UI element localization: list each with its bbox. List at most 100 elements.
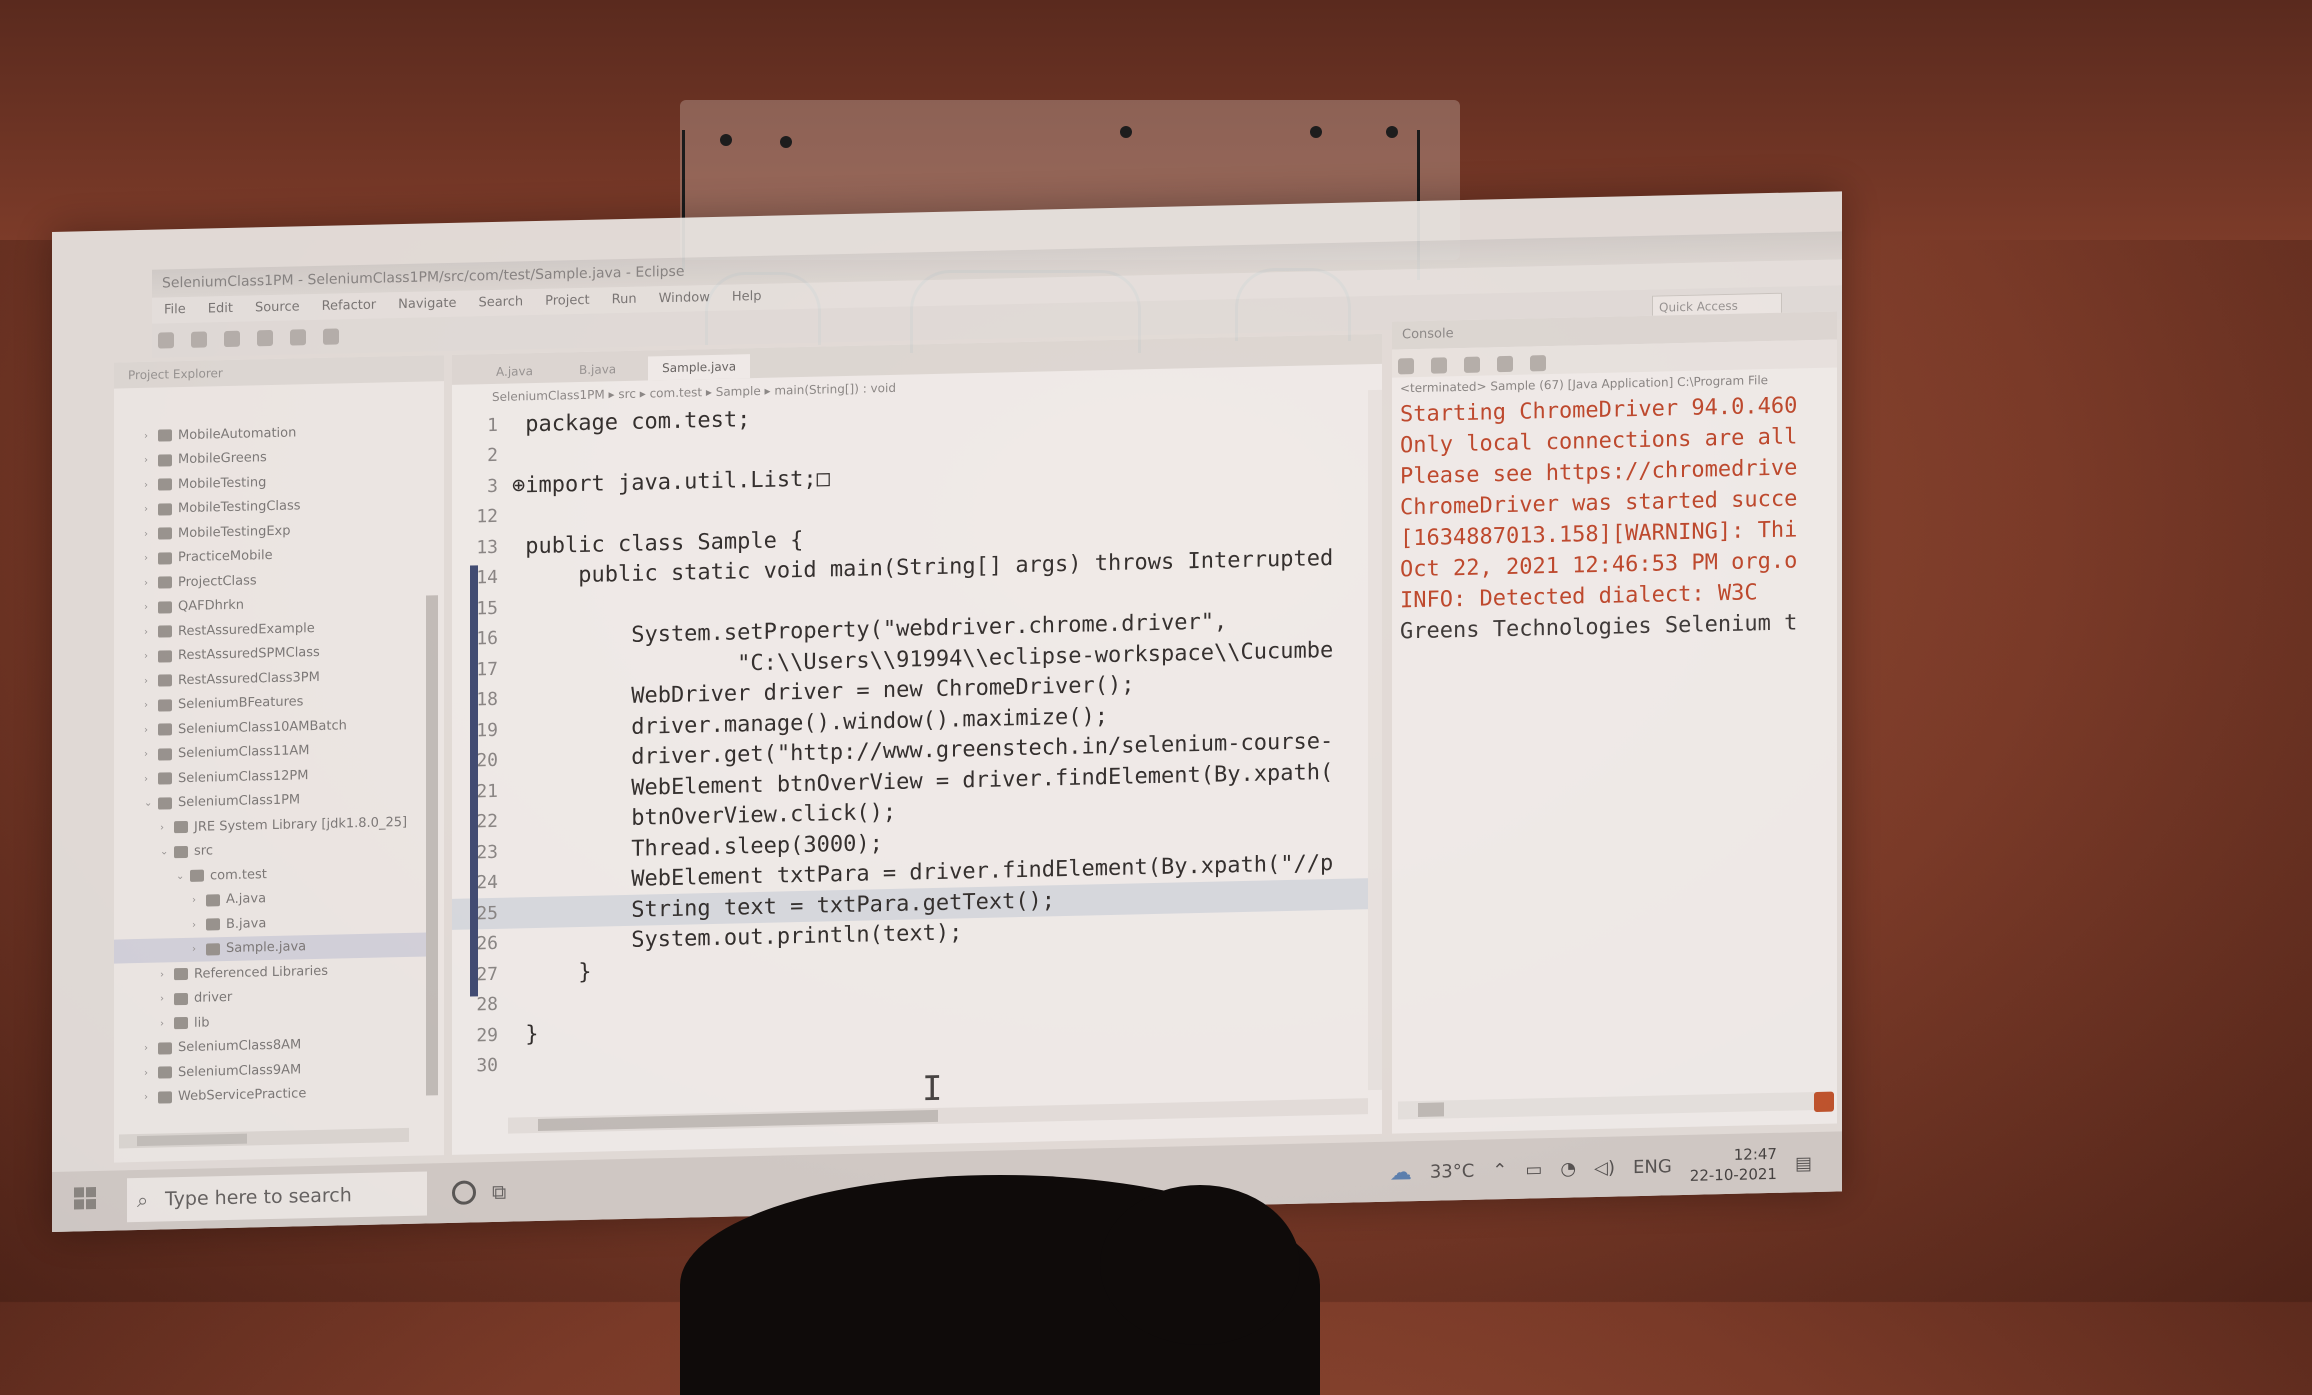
editor-tab[interactable]: A.java [482, 359, 547, 384]
line-number: 12 [476, 506, 498, 528]
chevron-down-icon[interactable]: ⌄ [144, 798, 158, 809]
chevron-down-icon[interactable]: ⌄ [176, 871, 190, 882]
menu-item-help[interactable]: Help [732, 284, 762, 311]
editor-tab[interactable]: Sample.java [648, 354, 751, 381]
menu-item-file[interactable]: File [164, 297, 186, 323]
menu-item-source[interactable]: Source [255, 294, 300, 321]
tree-item-label: Sample.java [226, 939, 307, 957]
line-number: 26 [452, 933, 512, 955]
project-folder-icon [158, 576, 172, 589]
tree-item-label: MobileTestingClass [178, 498, 301, 517]
chevron-right-icon[interactable]: › [160, 993, 174, 1005]
project-folder-icon [158, 527, 172, 540]
chevron-right-icon[interactable]: › [144, 430, 158, 442]
language-indicator[interactable]: ENG [1633, 1156, 1672, 1178]
print-icon[interactable] [224, 330, 241, 348]
console-output[interactable]: Starting ChromeDriver 94.0.460 Only local… [1392, 389, 1837, 647]
notification-icon[interactable]: ▤ [1795, 1153, 1812, 1174]
weather-cloud-icon[interactable]: ☁ [1390, 1160, 1412, 1185]
scrollbar-thumb[interactable] [538, 1109, 938, 1131]
line-number: 23 [452, 841, 512, 863]
tree-item-label: SeleniumClass11AM [178, 743, 310, 762]
chevron-right-icon[interactable]: › [192, 895, 206, 906]
code-text: public class Sample { [512, 527, 804, 560]
chevron-right-icon[interactable]: › [144, 553, 158, 564]
chevron-right-icon[interactable]: › [144, 1092, 158, 1103]
menu-item-refactor[interactable]: Refactor [322, 293, 377, 320]
battery-icon[interactable]: ▭ [1525, 1159, 1542, 1180]
run-icon[interactable] [290, 329, 307, 346]
chevron-right-icon[interactable]: › [144, 1067, 158, 1079]
chevron-down-icon[interactable]: ⌄ [160, 846, 174, 858]
chevron-right-icon[interactable]: › [144, 455, 158, 466]
menu-item-project[interactable]: Project [545, 288, 589, 315]
new-icon[interactable] [158, 332, 174, 349]
network-icon[interactable]: ◔ [1560, 1158, 1576, 1179]
clear-console-icon[interactable] [1464, 356, 1481, 373]
pin-console-icon[interactable] [1530, 355, 1547, 372]
windows-start-icon[interactable] [74, 1187, 98, 1212]
mount-bolt [1120, 126, 1132, 138]
chevron-right-icon[interactable]: › [192, 944, 206, 955]
project-folder-icon [158, 478, 172, 491]
menu-item-search[interactable]: Search [478, 289, 523, 316]
remove-launch-icon[interactable] [1431, 357, 1448, 374]
project-explorer-tab[interactable]: Project Explorer [114, 355, 444, 389]
cortana-icon[interactable] [452, 1180, 476, 1205]
project-tree: › MobileAutomation › MobileGreens › MobileTes… [114, 417, 434, 1110]
line-number: 18 [452, 689, 512, 711]
chevron-right-icon[interactable]: › [144, 577, 158, 589]
tree-item-label: RestAssuredClass3PM [178, 669, 320, 688]
search-icon[interactable] [323, 328, 340, 345]
scroll-lock-icon[interactable] [1497, 355, 1514, 373]
chevron-right-icon[interactable]: › [144, 479, 158, 491]
scrollbar-thumb[interactable] [137, 1133, 247, 1147]
scrollbar-thumb[interactable] [1418, 1102, 1444, 1118]
line-number: 3 [487, 475, 498, 497]
chevron-right-icon[interactable]: › [144, 602, 158, 613]
chevron-right-icon[interactable]: › [160, 1018, 174, 1029]
terminate-icon[interactable] [1398, 358, 1414, 375]
mount-bolt [720, 134, 732, 146]
menu-item-navigate[interactable]: Navigate [398, 291, 456, 318]
chevron-right-icon[interactable]: › [144, 749, 158, 760]
menu-item-run[interactable]: Run [612, 287, 637, 314]
chevron-right-icon[interactable]: › [144, 1043, 158, 1054]
tree-item-label: com.test [210, 866, 267, 884]
taskbar-search-input[interactable]: ⌕ Type here to search [127, 1171, 427, 1223]
volume-icon[interactable]: ◁) [1594, 1157, 1615, 1178]
chevron-right-icon[interactable]: › [192, 919, 206, 930]
chevron-right-icon[interactable]: › [160, 822, 174, 833]
chevron-right-icon[interactable]: › [144, 504, 158, 515]
explorer-vertical-scrollbar[interactable] [426, 595, 438, 1096]
project-folder-icon [158, 503, 172, 516]
chevron-right-icon[interactable]: › [144, 626, 158, 638]
chevron-right-icon[interactable]: › [144, 675, 158, 687]
chevron-right-icon[interactable]: › [160, 969, 174, 980]
debug-icon[interactable] [257, 329, 274, 347]
line-number: 15 [452, 597, 512, 619]
tree-item-label: lib [194, 1015, 210, 1031]
tree-item-label: MobileTestingExp [178, 523, 291, 541]
editor-tab[interactable]: B.java [565, 357, 630, 382]
chevron-right-icon[interactable]: › [144, 724, 158, 736]
chevron-right-icon[interactable]: › [144, 773, 158, 785]
chevron-right-icon[interactable]: › [144, 651, 158, 662]
console-horizontal-scrollbar[interactable] [1398, 1091, 1828, 1120]
explorer-horizontal-scrollbar[interactable] [119, 1127, 409, 1149]
taskbar-clock[interactable]: 12:47 22-10-2021 [1690, 1144, 1777, 1186]
menu-item-window[interactable]: Window [659, 285, 710, 312]
editor-vertical-scrollbar[interactable] [1368, 389, 1382, 1091]
code-area[interactable]: 1 package com.test; 2 3 ⊕import java.util.L… [452, 390, 1382, 1082]
line-number: 16 [452, 628, 512, 650]
menu-item-edit[interactable]: Edit [208, 296, 233, 323]
task-view-icon[interactable]: ⧉ [492, 1180, 506, 1204]
tray-chevron-icon[interactable]: ⌃ [1492, 1159, 1507, 1180]
save-icon[interactable] [191, 331, 208, 348]
chevron-right-icon[interactable]: › [144, 700, 158, 711]
project-folder-icon [158, 1066, 172, 1079]
tree-item-label: MobileAutomation [178, 425, 297, 443]
weather-temperature[interactable]: 33°C [1430, 1160, 1474, 1182]
tree-item-label: ProjectClass [178, 573, 257, 590]
chevron-right-icon[interactable]: › [144, 528, 158, 540]
